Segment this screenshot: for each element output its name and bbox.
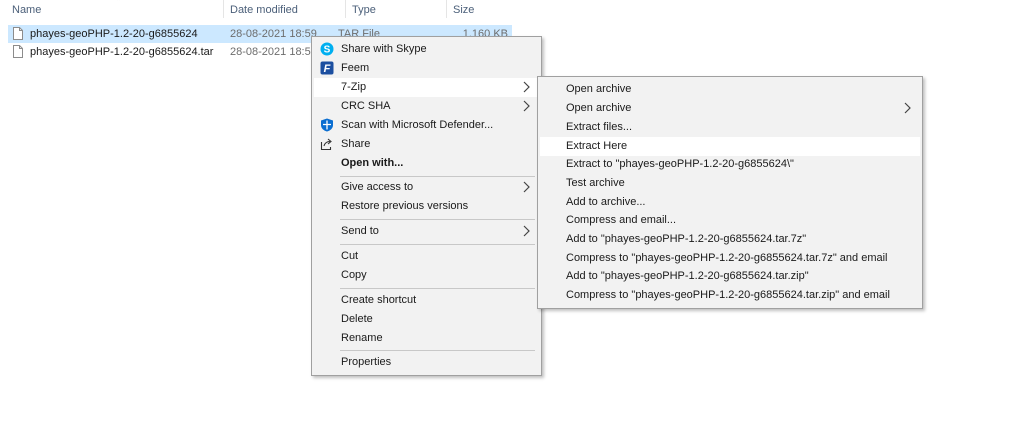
chevron-right-icon: [523, 100, 530, 112]
menu-item-crc-sha[interactable]: CRC SHA: [314, 97, 539, 116]
menu-item-send-to[interactable]: Send to: [314, 222, 539, 241]
menu-item-label: Give access to: [341, 181, 414, 193]
zip-item-add-to-7z[interactable]: Add to "phayes-geoPHP-1.2-20-g6855624.ta…: [540, 230, 920, 249]
menu-item-label: Delete: [341, 313, 373, 325]
zip-item-add-to-zip[interactable]: Add to "phayes-geoPHP-1.2-20-g6855624.ta…: [540, 267, 920, 286]
menu-item-delete[interactable]: Delete: [314, 310, 539, 329]
feem-icon: F: [320, 61, 334, 75]
column-divider[interactable]: [345, 0, 346, 18]
menu-item-label: Create shortcut: [341, 294, 417, 306]
chevron-right-icon: [523, 181, 530, 193]
menu-item-label: Properties: [341, 356, 392, 368]
menu-item-label: Extract Here: [566, 140, 628, 152]
menu-item-restore-versions[interactable]: Restore previous versions: [314, 197, 539, 216]
chevron-right-icon: [523, 225, 530, 237]
menu-item-scan-defender[interactable]: Scan with Microsoft Defender...: [314, 116, 539, 135]
column-name-header[interactable]: Name: [12, 4, 41, 16]
sort-up-icon: ⌃: [115, 0, 122, 6]
zip-item-compress-zip-email[interactable]: Compress to "phayes-geoPHP-1.2-20-g68556…: [540, 286, 920, 305]
column-header-bar: ⌃ Name Date modified Type Size: [0, 0, 1024, 20]
column-type-header[interactable]: Type: [352, 4, 376, 16]
menu-item-label: Add to archive...: [566, 196, 646, 208]
menu-item-label: Compress and email...: [566, 214, 677, 226]
zip-item-extract-to-folder[interactable]: Extract to "phayes-geoPHP-1.2-20-g685562…: [540, 155, 920, 174]
menu-item-label: Feem: [341, 62, 370, 74]
menu-separator: [340, 350, 535, 351]
menu-item-label: Compress to "phayes-geoPHP-1.2-20-g68556…: [566, 252, 888, 264]
chevron-right-icon: [523, 81, 530, 93]
share-icon: [320, 138, 332, 151]
file-icon: [13, 27, 23, 40]
menu-item-label: Extract to "phayes-geoPHP-1.2-20-g685562…: [566, 158, 794, 170]
file-name: phayes-geoPHP-1.2-20-g6855624.tar: [30, 46, 214, 58]
menu-item-label: CRC SHA: [341, 100, 391, 112]
menu-item-feem[interactable]: F Feem: [314, 59, 539, 78]
menu-item-7zip[interactable]: 7-Zip: [314, 78, 539, 97]
menu-item-share-skype[interactable]: S Share with Skype: [314, 40, 539, 59]
menu-item-create-shortcut[interactable]: Create shortcut: [314, 291, 539, 310]
menu-item-label: Compress to "phayes-geoPHP-1.2-20-g68556…: [566, 289, 890, 301]
menu-item-label: Rename: [341, 332, 383, 344]
menu-item-label: Cut: [341, 250, 359, 262]
menu-item-cut[interactable]: Cut: [314, 247, 539, 266]
svg-text:F: F: [324, 63, 331, 75]
zip-item-compress-7z-email[interactable]: Compress to "phayes-geoPHP-1.2-20-g68556…: [540, 249, 920, 268]
column-size-header[interactable]: Size: [453, 4, 474, 16]
zip-item-test-archive[interactable]: Test archive: [540, 174, 920, 193]
menu-item-open-with[interactable]: Open with...: [314, 154, 539, 173]
menu-separator: [340, 288, 535, 289]
menu-item-share[interactable]: Share: [314, 135, 539, 154]
menu-item-label: Add to "phayes-geoPHP-1.2-20-g6855624.ta…: [566, 270, 809, 282]
menu-item-label: 7-Zip: [341, 81, 367, 93]
column-divider[interactable]: [223, 0, 224, 18]
file-date: 28-08-2021 18:59: [230, 46, 317, 58]
menu-separator: [340, 244, 535, 245]
menu-item-label: Open archive: [566, 83, 632, 95]
menu-item-label: Test archive: [566, 177, 625, 189]
zip-item-add-to-archive[interactable]: Add to archive...: [540, 193, 920, 212]
file-name: phayes-geoPHP-1.2-20-g6855624: [30, 28, 198, 40]
zip-item-compress-email[interactable]: Compress and email...: [540, 211, 920, 230]
menu-item-rename[interactable]: Rename: [314, 329, 539, 348]
menu-item-give-access[interactable]: Give access to: [314, 178, 539, 197]
context-menu: S Share with Skype F Feem 7-Zip CRC SHA …: [311, 36, 542, 376]
zip-item-open-archive[interactable]: Open archive: [540, 80, 920, 99]
file-icon: [13, 45, 23, 58]
zip-item-extract-here[interactable]: Extract Here: [540, 137, 920, 156]
menu-item-label: Copy: [341, 269, 367, 281]
skype-icon: S: [320, 42, 334, 56]
svg-text:S: S: [324, 45, 331, 56]
menu-item-label: Extract files...: [566, 121, 633, 133]
zip-item-open-archive-submenu[interactable]: Open archive: [540, 99, 920, 118]
menu-item-label: Open with...: [341, 157, 404, 169]
file-date: 28-08-2021 18:59: [230, 28, 317, 40]
menu-item-label: Share with Skype: [341, 43, 427, 55]
column-date-header[interactable]: Date modified: [230, 4, 298, 16]
7zip-submenu: Open archive Open archive Extract files.…: [537, 76, 923, 309]
zip-item-extract-files[interactable]: Extract files...: [540, 118, 920, 137]
column-divider[interactable]: [446, 0, 447, 18]
menu-item-copy[interactable]: Copy: [314, 266, 539, 285]
menu-item-label: Scan with Microsoft Defender...: [341, 119, 494, 131]
shield-icon: [321, 118, 333, 132]
menu-item-label: Share: [341, 138, 371, 150]
menu-item-label: Open archive: [566, 102, 632, 114]
menu-separator: [340, 219, 535, 220]
menu-separator: [340, 176, 535, 177]
menu-item-properties[interactable]: Properties: [314, 353, 539, 372]
chevron-right-icon: [904, 102, 911, 114]
menu-item-label: Restore previous versions: [341, 200, 469, 212]
menu-item-label: Send to: [341, 225, 379, 237]
menu-item-label: Add to "phayes-geoPHP-1.2-20-g6855624.ta…: [566, 233, 807, 245]
